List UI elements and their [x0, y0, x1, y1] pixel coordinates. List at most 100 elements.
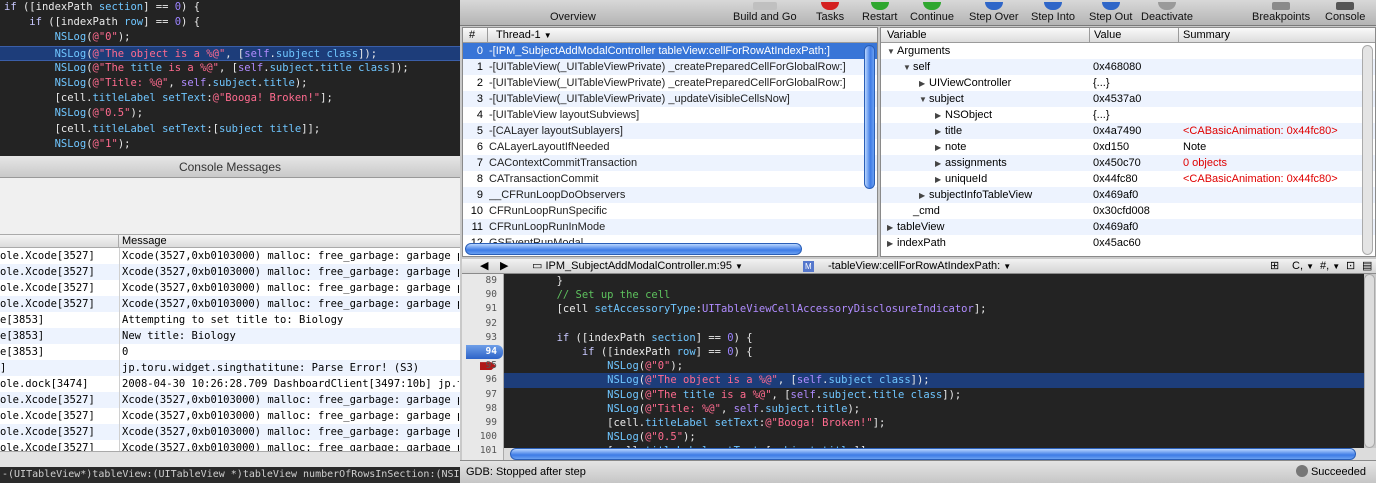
- stack-frame-row[interactable]: 7 CAContextCommitTransaction: [463, 155, 877, 171]
- disclosure-triangle-icon[interactable]: ▶: [887, 236, 897, 252]
- stack-frame-row[interactable]: 0 -[IPM_SubjectAddModalController tableVi…: [463, 43, 877, 59]
- disclosure-triangle-icon[interactable]: ▶: [887, 220, 897, 236]
- line-number[interactable]: 90: [462, 288, 503, 302]
- console-row[interactable]: ole.Xcode[3527] Xcode(3527,0xb0103000) ma…: [0, 408, 460, 424]
- variable-row[interactable]: ▶ tableView 0x469af0: [881, 219, 1375, 235]
- variable-value[interactable]: 0x45ac60: [1093, 235, 1141, 251]
- variable-row[interactable]: ▼ Arguments: [881, 43, 1375, 59]
- source-code-editor[interactable]: } // Set up the cell [cell setAccessoryT…: [504, 274, 1364, 448]
- overview-button[interactable]: Overview: [550, 10, 596, 24]
- line-number[interactable]: 95: [462, 359, 503, 373]
- console-row[interactable]: e[3853] 0: [0, 344, 460, 360]
- code-line[interactable]: NSLog(@"0.5");: [504, 430, 1364, 444]
- line-number[interactable]: 99: [462, 416, 503, 430]
- console-row[interactable]: e[3853] Attempting to set title to: Biolo…: [0, 312, 460, 328]
- variable-value[interactable]: 0x4a7490: [1093, 123, 1141, 139]
- code-line[interactable]: NSLog(@"Title: %@", self.subject.title);: [504, 402, 1364, 416]
- line-number[interactable]: 96: [462, 373, 503, 387]
- message-column-header[interactable]: Message: [118, 235, 167, 248]
- stack-frame-row[interactable]: 2 -[UITableView(_UITableViewPrivate) _cre…: [463, 75, 877, 91]
- line-number[interactable]: 94: [466, 344, 503, 360]
- step-out-button[interactable]: Step Out: [1089, 2, 1132, 24]
- split-view-icon[interactable]: ▤: [1362, 259, 1372, 273]
- continue-button[interactable]: Continue: [910, 2, 954, 24]
- code-line[interactable]: NSLog(@"The title is a %@", [self.subjec…: [0, 61, 460, 76]
- includes-popup[interactable]: #, ▼: [1320, 259, 1340, 274]
- line-number[interactable]: 92: [462, 317, 503, 331]
- console-row[interactable]: ole.Xcode[3527] Xcode(3527,0xb0103000) ma…: [0, 424, 460, 440]
- code-line[interactable]: if ([indexPath row] == 0) {: [0, 15, 460, 30]
- code-line[interactable]: NSLog(@"0");: [504, 359, 1364, 373]
- stack-frame-row[interactable]: 5 -[CALayer layoutSublayers]: [463, 123, 877, 139]
- variable-row[interactable]: ▶ uniqueId 0x44fc80 <CABasicAnimation: 0x44…: [881, 171, 1375, 187]
- code-line[interactable]: [cell setAccessoryType:UITableViewCellAc…: [504, 302, 1364, 316]
- line-number[interactable]: 98: [462, 402, 503, 416]
- console-row[interactable]: ole.dock[3474] 2008-04-30 10:26:28.709 Da…: [0, 376, 460, 392]
- stack-frame-row[interactable]: 4 -[UITableView layoutSubviews]: [463, 107, 877, 123]
- code-line[interactable]: [cell.titleLabel setText:@"Booga! Broken…: [504, 416, 1364, 430]
- line-number-gutter[interactable]: 89 90 91 92 93 94 95 96 97 98 99 100 101: [462, 274, 504, 460]
- disclosure-triangle-icon[interactable]: ▶: [935, 124, 945, 140]
- disclosure-triangle-icon[interactable]: ▶: [919, 188, 929, 204]
- variables-panel[interactable]: Variable Value Summary ▼ Arguments ▼ self 0x…: [880, 27, 1376, 257]
- code-line[interactable]: NSLog(@"The object is a %@", [self.subje…: [0, 45, 460, 61]
- variable-row[interactable]: ▶ assignments 0x450c70 0 objects: [881, 155, 1375, 171]
- console-column-header[interactable]: Message: [0, 234, 460, 248]
- stack-vertical-scrollbar[interactable]: [864, 45, 875, 189]
- breakpoints-button[interactable]: Breakpoints: [1252, 2, 1310, 24]
- disclosure-triangle-icon[interactable]: ▶: [919, 76, 929, 92]
- console-row[interactable]: ole.Xcode[3527] Xcode(3527,0xb0103000) ma…: [0, 264, 460, 280]
- line-number[interactable]: 100: [462, 430, 503, 444]
- variables-scrollbar[interactable]: [1362, 45, 1373, 255]
- line-number[interactable]: 93: [462, 331, 503, 345]
- lock-icon[interactable]: ⊡: [1346, 259, 1355, 273]
- variable-value[interactable]: {...}: [1093, 107, 1110, 123]
- back-arrow-icon[interactable]: ◀: [480, 259, 488, 273]
- variable-row[interactable]: ▼ self 0x468080: [881, 59, 1375, 75]
- code-line[interactable]: }: [504, 274, 1364, 288]
- code-line[interactable]: // Set up the cell: [504, 288, 1364, 302]
- build-and-go-button[interactable]: Build and Go: [733, 2, 797, 24]
- disclosure-triangle-icon[interactable]: ▶: [935, 156, 945, 172]
- variable-row[interactable]: ▶ indexPath 0x45ac60: [881, 235, 1375, 251]
- code-line[interactable]: NSLog(@"The object is a %@", [self.subje…: [504, 373, 1364, 388]
- source-vertical-scrollbar[interactable]: [1364, 274, 1375, 448]
- disclosure-triangle-icon[interactable]: ▶: [935, 108, 945, 124]
- console-row[interactable]: ole.Xcode[3527] Xcode(3527,0xb0103000) ma…: [0, 296, 460, 312]
- disclosure-triangle-icon[interactable]: ▼: [903, 60, 913, 76]
- line-number[interactable]: 97: [462, 388, 503, 402]
- code-line[interactable]: [cell.titleLabel setText:[subject title]…: [0, 122, 460, 137]
- disclosure-triangle-icon[interactable]: ▶: [935, 140, 945, 156]
- variable-value[interactable]: 0x469af0: [1093, 219, 1138, 235]
- class-popup[interactable]: C, ▼: [1292, 259, 1314, 274]
- console-row[interactable]: ole.Xcode[3527] Xcode(3527,0xb0103000) ma…: [0, 440, 460, 451]
- stack-frame-row[interactable]: 6 CALayerLayoutIfNeeded: [463, 139, 877, 155]
- console-row[interactable]: ] jp.toru.widget.singthatitune: Parse Err…: [0, 360, 460, 376]
- code-line[interactable]: if ([indexPath section] == 0) {: [504, 331, 1364, 345]
- variable-value[interactable]: 0x30cfd008: [1093, 203, 1150, 219]
- console-scrollbar[interactable]: [0, 451, 460, 467]
- forward-arrow-icon[interactable]: ▶: [500, 259, 508, 273]
- variable-column-header[interactable]: Variable: [887, 28, 927, 42]
- summary-column-header[interactable]: Summary: [1178, 28, 1230, 42]
- value-column-header[interactable]: Value: [1089, 28, 1121, 42]
- method-popup[interactable]: -tableView:cellForRowAtIndexPath: ▼: [828, 259, 1011, 274]
- code-line[interactable]: if ([indexPath section] == 0) {: [0, 0, 460, 15]
- tasks-button[interactable]: Tasks: [816, 2, 844, 24]
- stack-frame-row[interactable]: 3 -[UITableView(_UITableViewPrivate) _upd…: [463, 91, 877, 107]
- deactivate-button[interactable]: Deactivate: [1141, 2, 1193, 24]
- file-popup[interactable]: ▭ IPM_SubjectAddModalController.m:95 ▼: [532, 259, 743, 274]
- variable-row[interactable]: ▶ NSObject {...}: [881, 107, 1375, 123]
- code-line[interactable]: NSLog(@"1");: [0, 137, 460, 152]
- console-row[interactable]: ole.Xcode[3527] Xcode(3527,0xb0103000) ma…: [0, 248, 460, 264]
- bookmarks-icon[interactable]: ⊞: [1270, 259, 1279, 273]
- variable-value[interactable]: 0x450c70: [1093, 155, 1141, 171]
- disclosure-triangle-icon[interactable]: ▼: [887, 44, 897, 60]
- variable-value[interactable]: 0x468080: [1093, 59, 1141, 75]
- variable-value[interactable]: 0xd150: [1093, 139, 1129, 155]
- source-horizontal-scrollbar[interactable]: [510, 448, 1356, 460]
- variable-value[interactable]: 0x44fc80: [1093, 171, 1138, 187]
- console-button[interactable]: Console: [1325, 2, 1365, 24]
- code-line[interactable]: [cell.titleLabel setText:@"Booga! Broken…: [0, 91, 460, 106]
- variable-value[interactable]: {...}: [1093, 75, 1110, 91]
